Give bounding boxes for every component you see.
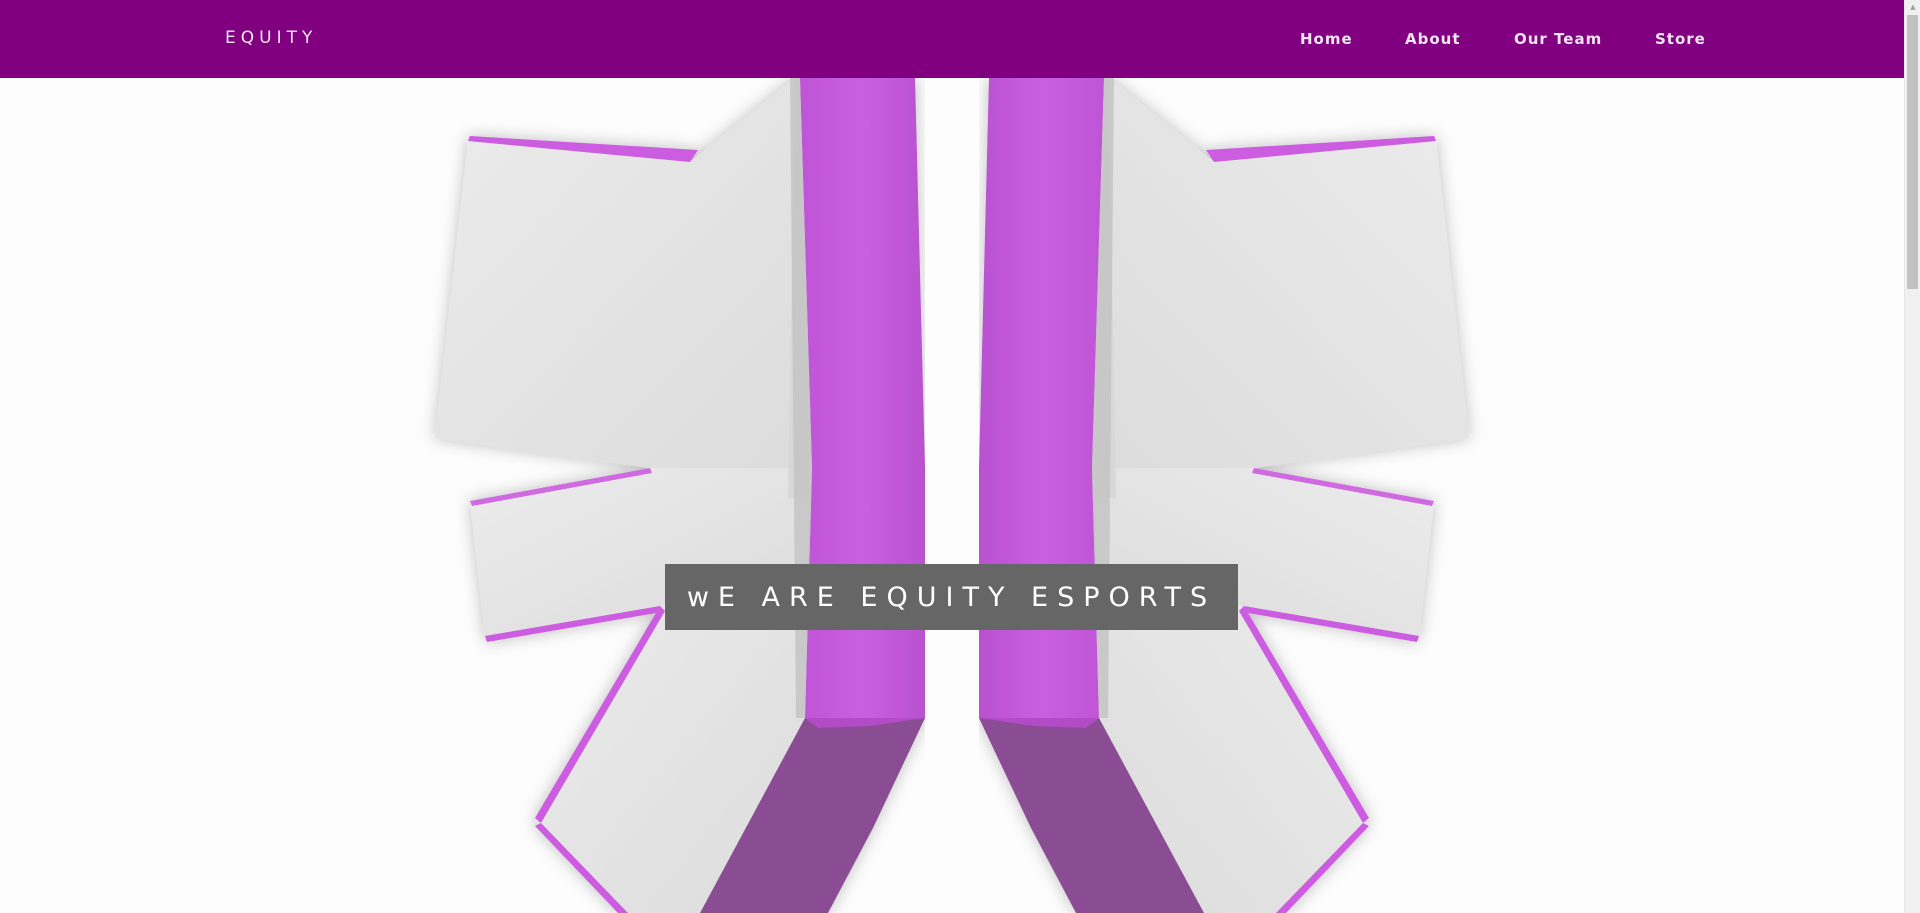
nav-link-store[interactable]: Store	[1655, 30, 1706, 48]
scrollbar-thumb[interactable]	[1907, 15, 1918, 289]
equity-logo-icon	[435, 78, 1469, 913]
page-scrollbar[interactable]: ▲	[1904, 0, 1920, 913]
nav-link-about[interactable]: About	[1405, 30, 1461, 48]
logo-right-half	[976, 78, 1469, 913]
scroll-up-arrow-icon[interactable]: ▲	[1905, 0, 1920, 14]
tagline-banner: wE ARE EQUITY ESPORTS	[665, 564, 1238, 630]
nav-link-home[interactable]: Home	[1300, 30, 1353, 48]
page: EQUITY Home About Our Team Store wE ARE …	[0, 0, 1920, 913]
hero-tagline: wE ARE EQUITY ESPORTS	[686, 581, 1217, 613]
nav-link-our-team[interactable]: Our Team	[1514, 30, 1602, 48]
top-navbar: EQUITY Home About Our Team Store	[0, 0, 1904, 78]
hero-section: wE ARE EQUITY ESPORTS	[0, 78, 1904, 913]
brand-link[interactable]: EQUITY	[225, 28, 317, 48]
logo-left-half	[435, 78, 928, 913]
